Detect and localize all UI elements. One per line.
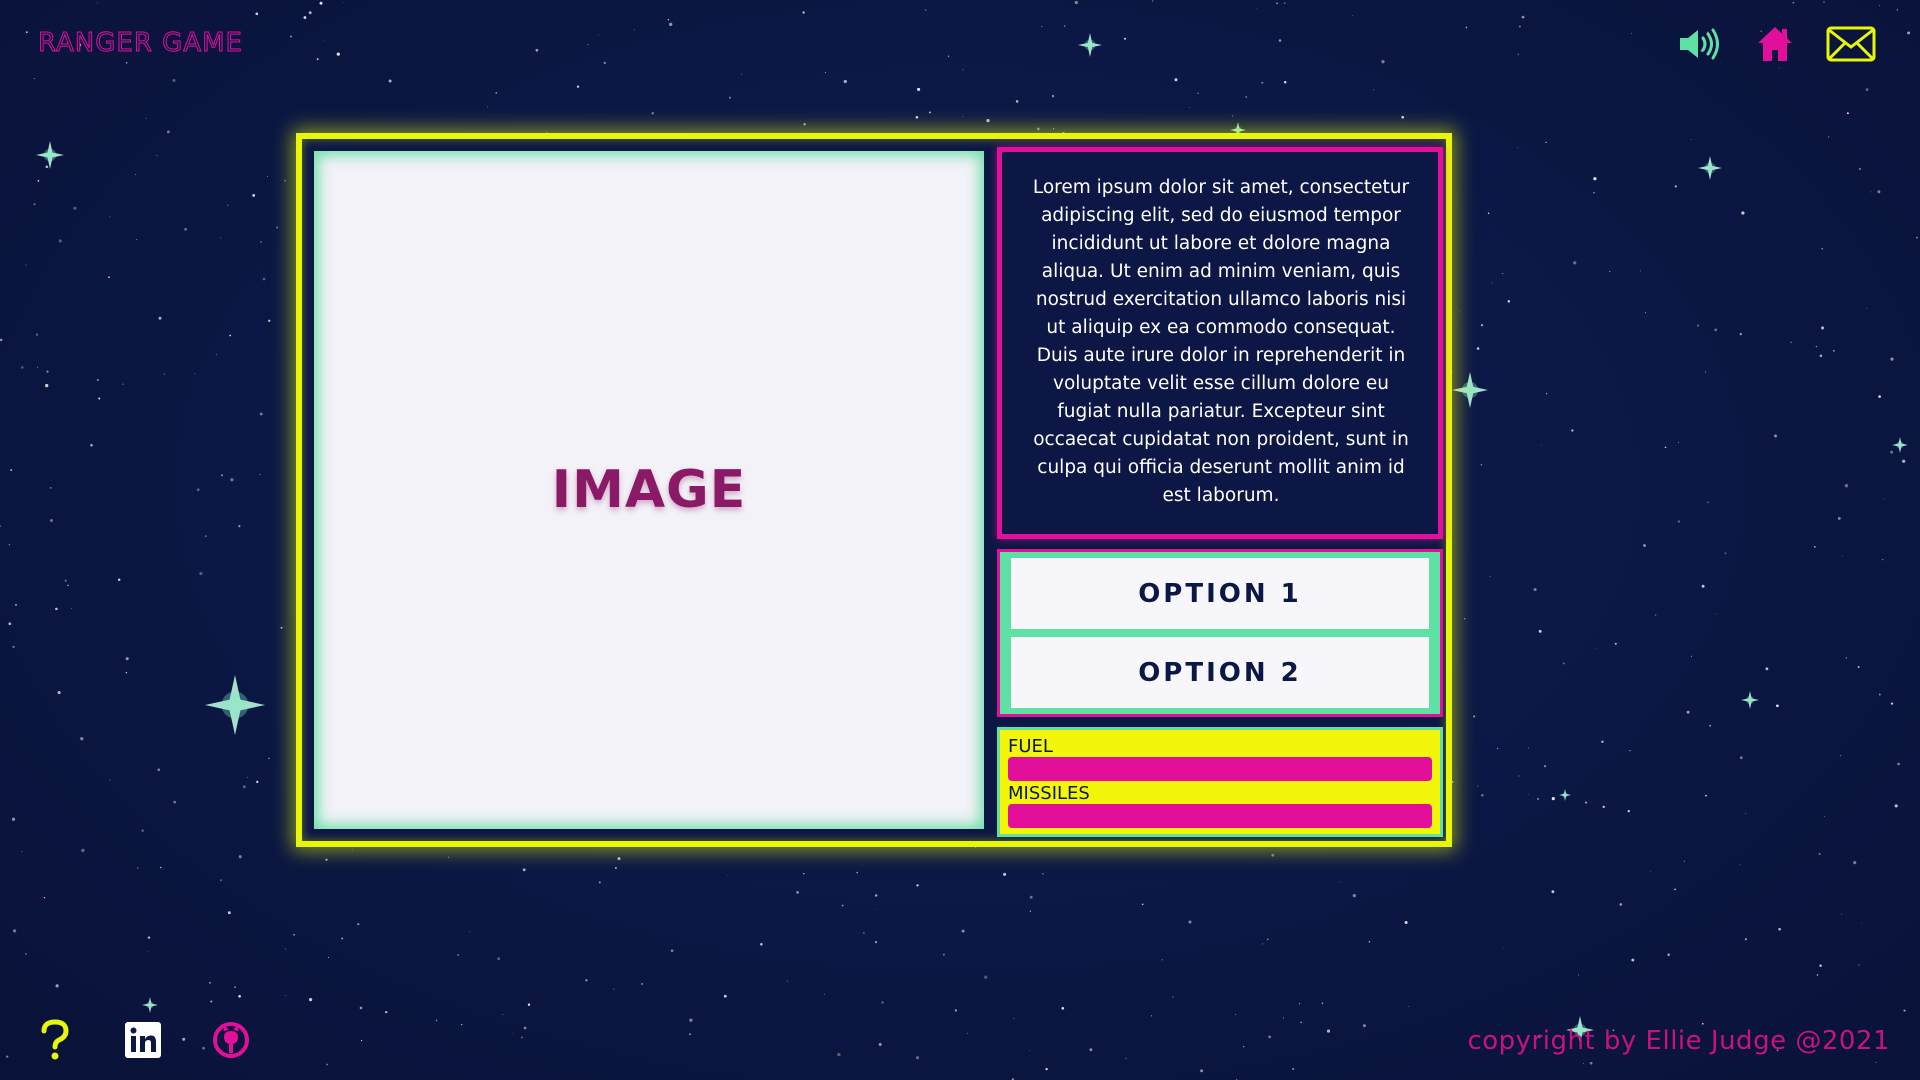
home-button[interactable] — [1750, 22, 1800, 66]
header-toolbar — [1674, 22, 1876, 66]
scene-image-placeholder: IMAGE — [314, 151, 984, 829]
missiles-gauge-fill — [1008, 804, 1432, 828]
fuel-gauge — [1008, 757, 1432, 781]
missiles-gauge — [1008, 804, 1432, 828]
option-1-button[interactable]: OPTION 1 — [1011, 558, 1429, 629]
help-button[interactable] — [30, 1018, 80, 1062]
home-icon — [1758, 27, 1792, 61]
image-placeholder-label: IMAGE — [551, 460, 747, 520]
missiles-label: MISSILES — [1008, 783, 1090, 804]
options-panel: OPTION 1 OPTION 2 — [997, 549, 1443, 717]
app-title: RANGER GAME — [38, 28, 243, 59]
speaker-icon — [1680, 28, 1719, 60]
mail-icon — [1826, 26, 1876, 62]
github-link[interactable] — [206, 1018, 256, 1062]
sound-button[interactable] — [1674, 22, 1724, 66]
status-gauges-panel: FUEL MISSILES — [997, 727, 1443, 837]
copyright-text: copyright by Ellie Judge @2021 — [1467, 1026, 1890, 1056]
game-frame: IMAGE Lorem ipsum dolor sit amet, consec… — [296, 133, 1452, 847]
story-text-panel: Lorem ipsum dolor sit amet, consectetur … — [997, 147, 1443, 539]
option-2-button[interactable]: OPTION 2 — [1011, 637, 1429, 708]
fuel-gauge-fill — [1008, 757, 1432, 781]
help-icon — [41, 1019, 69, 1060]
github-icon — [213, 1022, 249, 1058]
linkedin-icon — [125, 1022, 161, 1058]
fuel-label: FUEL — [1008, 736, 1053, 757]
linkedin-link[interactable] — [118, 1018, 168, 1062]
mail-button[interactable] — [1826, 22, 1876, 66]
footer-links — [30, 1018, 256, 1062]
story-text: Lorem ipsum dolor sit amet, consectetur … — [1032, 177, 1410, 506]
